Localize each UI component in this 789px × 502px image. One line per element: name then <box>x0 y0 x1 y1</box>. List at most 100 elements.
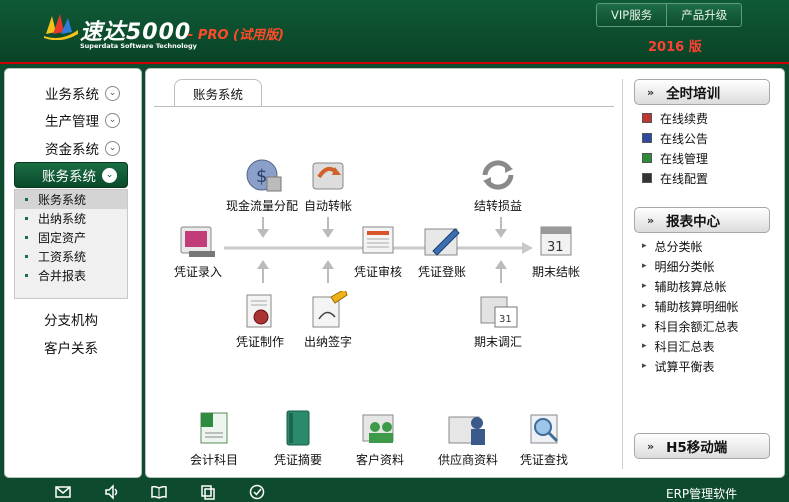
tab-underline <box>154 106 614 107</box>
item-label: 科目汇总表 <box>654 339 715 354</box>
training-item-config[interactable]: 在线配置 <box>642 169 708 187</box>
customers-icon <box>362 414 394 443</box>
training-item-notice[interactable]: 在线公告 <box>642 129 708 147</box>
copy-icon[interactable] <box>200 484 216 500</box>
renew-icon <box>642 113 652 123</box>
item-label: 辅助核算总帐 <box>654 279 727 294</box>
bullet-icon <box>25 198 28 201</box>
shortcut-label: 会计科目 <box>190 453 239 467</box>
triangle-right-icon: ▸ <box>642 301 647 311</box>
check-circle-icon[interactable] <box>249 484 265 500</box>
shortcut-suppliers[interactable]: 供应商资料 <box>438 409 498 468</box>
flow-auto-transfer[interactable]: 自动转帐 <box>304 155 352 214</box>
svg-text:31: 31 <box>547 240 564 255</box>
submenu-item-payroll[interactable]: 工资系统 <box>15 247 127 266</box>
report-item-balance-summary[interactable]: ▸ 科目余额汇总表 <box>642 317 739 335</box>
submenu-label: 出纳系统 <box>38 212 87 226</box>
refresh-cycle-icon <box>482 160 514 190</box>
product-upgrade-button[interactable]: 产品升级 <box>666 4 741 26</box>
flow-cashflow-alloc[interactable]: $ 现金流量分配 <box>226 155 298 214</box>
voucher-audit-icon <box>362 226 394 254</box>
training-item-renew[interactable]: 在线续费 <box>642 109 708 127</box>
voucher-make-icon <box>246 294 272 328</box>
flow-voucher-make[interactable]: 凭证制作 <box>236 291 284 350</box>
shortcut-find-voucher[interactable]: 凭证查找 <box>520 409 568 468</box>
shortcut-label: 凭证摘要 <box>274 453 323 467</box>
accounting-submenu: 账务系统 出纳系统 固定资产 工资系统 合并报表 <box>14 189 128 299</box>
flow-label: 现金流量分配 <box>226 199 299 213</box>
shortcut-label: 供应商资料 <box>438 453 499 467</box>
flow-period-adjust[interactable]: 31 期末调汇 <box>474 291 522 350</box>
voucher-entry-icon <box>180 226 215 257</box>
flow-voucher-audit[interactable]: 凭证审核 <box>354 221 402 280</box>
bullet-icon <box>25 217 28 220</box>
report-item-general-ledger[interactable]: ▸ 总分类帐 <box>642 237 703 255</box>
flow-voucher-post[interactable]: 凭证登账 <box>418 221 466 280</box>
item-label: 辅助核算明细帐 <box>654 299 739 314</box>
report-item-detail-ledger[interactable]: ▸ 明细分类帐 <box>642 257 715 275</box>
sign-pen-icon <box>312 291 348 328</box>
book-open-icon[interactable] <box>151 484 167 500</box>
nav-item-crm[interactable]: 客户关系 <box>44 337 98 357</box>
chevron-down-icon: ⌄ <box>105 140 120 156</box>
shortcut-summary[interactable]: 凭证摘要 <box>274 409 322 468</box>
arrow-down-icon <box>322 217 334 238</box>
svg-text:$: $ <box>256 166 267 187</box>
training-section-header[interactable]: » 全时培训 <box>634 79 770 105</box>
flow-period-close[interactable]: 31 期末结帐 <box>532 221 580 280</box>
nav-item-accounting-active[interactable]: 账务系统 ⌄ <box>14 162 128 188</box>
shortcut-customers[interactable]: 客户资料 <box>356 409 404 468</box>
item-label: 在线管理 <box>660 151 709 166</box>
app-header: 速达5000 Superdata Software Technology - P… <box>0 0 789 64</box>
nav-item-branches[interactable]: 分支机构 <box>44 309 98 329</box>
item-label: 明细分类帐 <box>654 259 715 274</box>
suppliers-icon <box>448 416 485 445</box>
triangle-right-icon: ▸ <box>642 261 647 271</box>
nav-item-label: 分支机构 <box>44 313 98 329</box>
chevron-right-icon: » <box>647 85 655 99</box>
nav-item-label: 业务系统 <box>45 87 99 103</box>
submenu-label: 合并报表 <box>38 269 87 283</box>
flow-carry-forward[interactable]: 结转损益 <box>474 155 522 214</box>
submenu-label: 账务系统 <box>38 193 87 207</box>
report-item-trial-balance[interactable]: ▸ 试算平衡表 <box>642 357 715 375</box>
flow-label: 凭证制作 <box>236 335 285 349</box>
vip-service-button[interactable]: VIP服务 <box>597 4 666 26</box>
mobile-section-header[interactable]: » H5移动端 <box>634 433 770 459</box>
report-item-account-summary[interactable]: ▸ 科目汇总表 <box>642 337 715 355</box>
tab-accounting[interactable]: 账务系统 <box>174 79 262 107</box>
brand-subtitle: Superdata Software Technology <box>80 42 197 50</box>
nav-item-funds[interactable]: 资金系统 ⌄ <box>45 138 120 158</box>
brand-logo-icon <box>44 14 78 40</box>
voucher-post-icon <box>424 228 460 256</box>
flow-cashier-sign[interactable]: 出纳签字 <box>304 291 352 350</box>
nav-item-business[interactable]: 业务系统 ⌄ <box>45 83 120 103</box>
reports-section-header[interactable]: » 报表中心 <box>634 207 770 233</box>
chevron-right-icon: » <box>647 213 655 227</box>
panel-divider <box>622 79 623 469</box>
shortcut-accounts[interactable]: 会计科目 <box>190 409 238 468</box>
arrow-down-icon <box>257 217 269 238</box>
flow-label: 期末调汇 <box>474 335 523 349</box>
submenu-item-accounting[interactable]: 账务系统 <box>15 190 127 209</box>
report-item-aux-detail[interactable]: ▸ 辅助核算明细帐 <box>642 297 739 315</box>
flow-label: 期末结帐 <box>532 265 581 279</box>
nav-item-production[interactable]: 生产管理 ⌄ <box>45 110 120 130</box>
triangle-right-icon: ▸ <box>642 341 647 351</box>
auto-transfer-icon <box>312 162 344 190</box>
speaker-icon[interactable] <box>104 484 120 500</box>
submenu-item-consolidated[interactable]: 合并报表 <box>15 266 127 285</box>
training-item-manage[interactable]: 在线管理 <box>642 149 708 167</box>
submenu-label: 工资系统 <box>38 250 87 264</box>
report-item-aux-summary[interactable]: ▸ 辅助核算总帐 <box>642 277 727 295</box>
shortcut-label: 凭证查找 <box>520 453 569 467</box>
item-label: 试算平衡表 <box>654 359 715 374</box>
flow-voucher-entry[interactable]: 凭证录入 <box>174 221 222 280</box>
nav-item-label: 生产管理 <box>45 114 99 130</box>
submenu-item-fixed-assets[interactable]: 固定资产 <box>15 228 127 247</box>
bullet-icon <box>25 274 28 277</box>
spreadsheet-icon <box>200 412 228 444</box>
flow-label: 出纳签字 <box>304 335 353 349</box>
submenu-item-cashier[interactable]: 出纳系统 <box>15 209 127 228</box>
mail-icon[interactable] <box>55 484 71 500</box>
